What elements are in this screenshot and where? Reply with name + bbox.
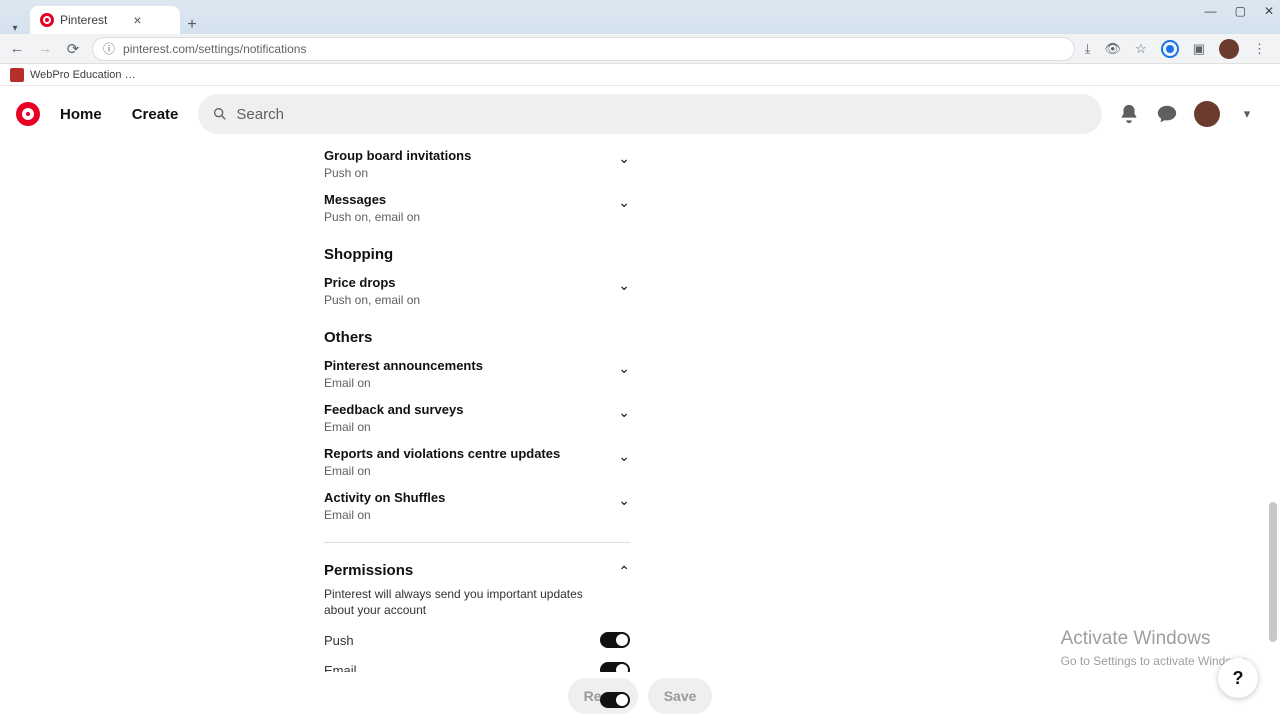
forward-icon: → <box>36 40 54 58</box>
account-menu-chevron-icon[interactable]: ▾ <box>1236 103 1258 125</box>
row-title: Pinterest announcements <box>324 358 483 373</box>
settings-footer: Reset Save <box>0 672 1280 720</box>
row-subtitle: Email on <box>324 376 483 390</box>
chevron-up-icon: ⌃ <box>618 561 630 580</box>
new-tab-button[interactable]: + <box>180 16 204 34</box>
pinterest-header: Home Create Search ▾ <box>0 86 1280 142</box>
permissions-header[interactable]: Permissions ⌃ <box>324 561 630 580</box>
bookmark-item[interactable]: WebPro Education … <box>30 69 136 81</box>
user-avatar[interactable] <box>1194 101 1220 127</box>
row-title: Activity on Shuffles <box>324 490 445 505</box>
help-button[interactable]: ? <box>1218 658 1258 698</box>
setting-activity-shuffles[interactable]: Activity on Shuffles Email on ⌄ <box>324 484 630 528</box>
section-others: Others <box>324 329 630 346</box>
search-icon <box>212 106 228 122</box>
scrollbar[interactable] <box>1268 142 1278 672</box>
permissions-title: Permissions <box>324 562 413 579</box>
nav-home[interactable]: Home <box>50 98 112 131</box>
close-tab-icon[interactable]: × <box>133 12 141 28</box>
notifications-bell-icon[interactable] <box>1118 103 1140 125</box>
row-title: Price drops <box>324 275 420 290</box>
messages-chat-icon[interactable] <box>1156 103 1178 125</box>
browser-avatar[interactable] <box>1219 39 1239 59</box>
tab-title: Pinterest <box>60 13 107 27</box>
row-subtitle: Push on, email on <box>324 210 420 224</box>
search-input[interactable]: Search <box>198 94 1102 134</box>
permission-label: Push <box>324 633 354 648</box>
toggle-push[interactable] <box>600 632 630 648</box>
extensions-icon[interactable]: ▣ <box>1193 41 1205 57</box>
toggle-inapp[interactable] <box>600 692 630 708</box>
pinterest-logo-icon[interactable] <box>16 102 40 126</box>
profile-sync-icon[interactable] <box>1161 40 1179 58</box>
url-text: pinterest.com/settings/notifications <box>123 42 306 56</box>
setting-feedback-surveys[interactable]: Feedback and surveys Email on ⌄ <box>324 396 630 440</box>
chevron-down-icon: ⌄ <box>618 358 630 377</box>
chevron-down-icon: ⌄ <box>618 192 630 211</box>
minimize-icon[interactable]: — <box>1205 4 1217 18</box>
setting-group-board-invitations[interactable]: Group board invitations Push on ⌄ <box>324 142 630 186</box>
row-subtitle: Email on <box>324 508 445 522</box>
tab-list-dropdown-icon[interactable]: ▾ <box>8 23 22 34</box>
setting-reports-violations[interactable]: Reports and violations centre updates Em… <box>324 440 630 484</box>
watermark-title: Activate Windows <box>1061 628 1250 650</box>
row-title: Group board invitations <box>324 148 471 163</box>
chevron-down-icon: ⌄ <box>618 148 630 167</box>
divider <box>324 542 630 543</box>
row-subtitle: Email on <box>324 420 463 434</box>
chevron-down-icon: ⌄ <box>618 490 630 509</box>
bookmarks-bar: WebPro Education … <box>0 64 1280 86</box>
nav-create[interactable]: Create <box>122 98 189 131</box>
scrollbar-thumb[interactable] <box>1269 502 1277 642</box>
reload-icon[interactable]: ⟳ <box>64 40 82 58</box>
section-shopping: Shopping <box>324 246 630 263</box>
save-button[interactable]: Save <box>648 678 713 714</box>
setting-price-drops[interactable]: Price drops Push on, email on ⌄ <box>324 269 630 313</box>
bookmark-favicon-icon <box>10 68 24 82</box>
permission-push: Push <box>324 632 630 648</box>
chevron-down-icon: ⌄ <box>618 275 630 294</box>
row-title: Reports and violations centre updates <box>324 446 560 461</box>
row-subtitle: Push on <box>324 166 471 180</box>
search-placeholder: Search <box>236 106 284 123</box>
row-title: Messages <box>324 192 420 207</box>
url-field[interactable]: ⓘ pinterest.com/settings/notifications <box>92 37 1075 61</box>
browser-titlebar: ▾ Pinterest × + — ▢ ✕ <box>0 0 1280 34</box>
browser-address-bar: ← → ⟳ ⓘ pinterest.com/settings/notificat… <box>0 34 1280 64</box>
pinterest-favicon-icon <box>40 13 54 27</box>
row-subtitle: Push on, email on <box>324 293 420 307</box>
help-icon: ? <box>1233 668 1244 689</box>
setting-pinterest-announcements[interactable]: Pinterest announcements Email on ⌄ <box>324 352 630 396</box>
window-controls: — ▢ ✕ <box>1205 4 1274 18</box>
maximize-icon[interactable]: ▢ <box>1235 4 1246 18</box>
chevron-down-icon: ⌄ <box>618 402 630 421</box>
back-icon[interactable]: ← <box>8 40 26 58</box>
row-subtitle: Email on <box>324 464 560 478</box>
windows-activation-watermark: Activate Windows Go to Settings to activ… <box>1061 628 1250 668</box>
browser-tab[interactable]: Pinterest × <box>30 6 180 34</box>
chevron-down-icon: ⌄ <box>618 446 630 465</box>
browser-menu-icon[interactable]: ⋮ <box>1253 41 1266 57</box>
site-info-icon[interactable]: ⓘ <box>103 40 115 57</box>
permissions-description: Pinterest will always send you important… <box>324 586 604 618</box>
eye-off-icon[interactable]: 👁 <box>1105 41 1122 57</box>
bookmark-star-icon[interactable]: ☆ <box>1135 41 1147 57</box>
setting-messages[interactable]: Messages Push on, email on ⌄ <box>324 186 630 230</box>
install-app-icon[interactable]: ⤓ <box>1085 41 1091 57</box>
row-title: Feedback and surveys <box>324 402 463 417</box>
close-window-icon[interactable]: ✕ <box>1264 4 1274 18</box>
